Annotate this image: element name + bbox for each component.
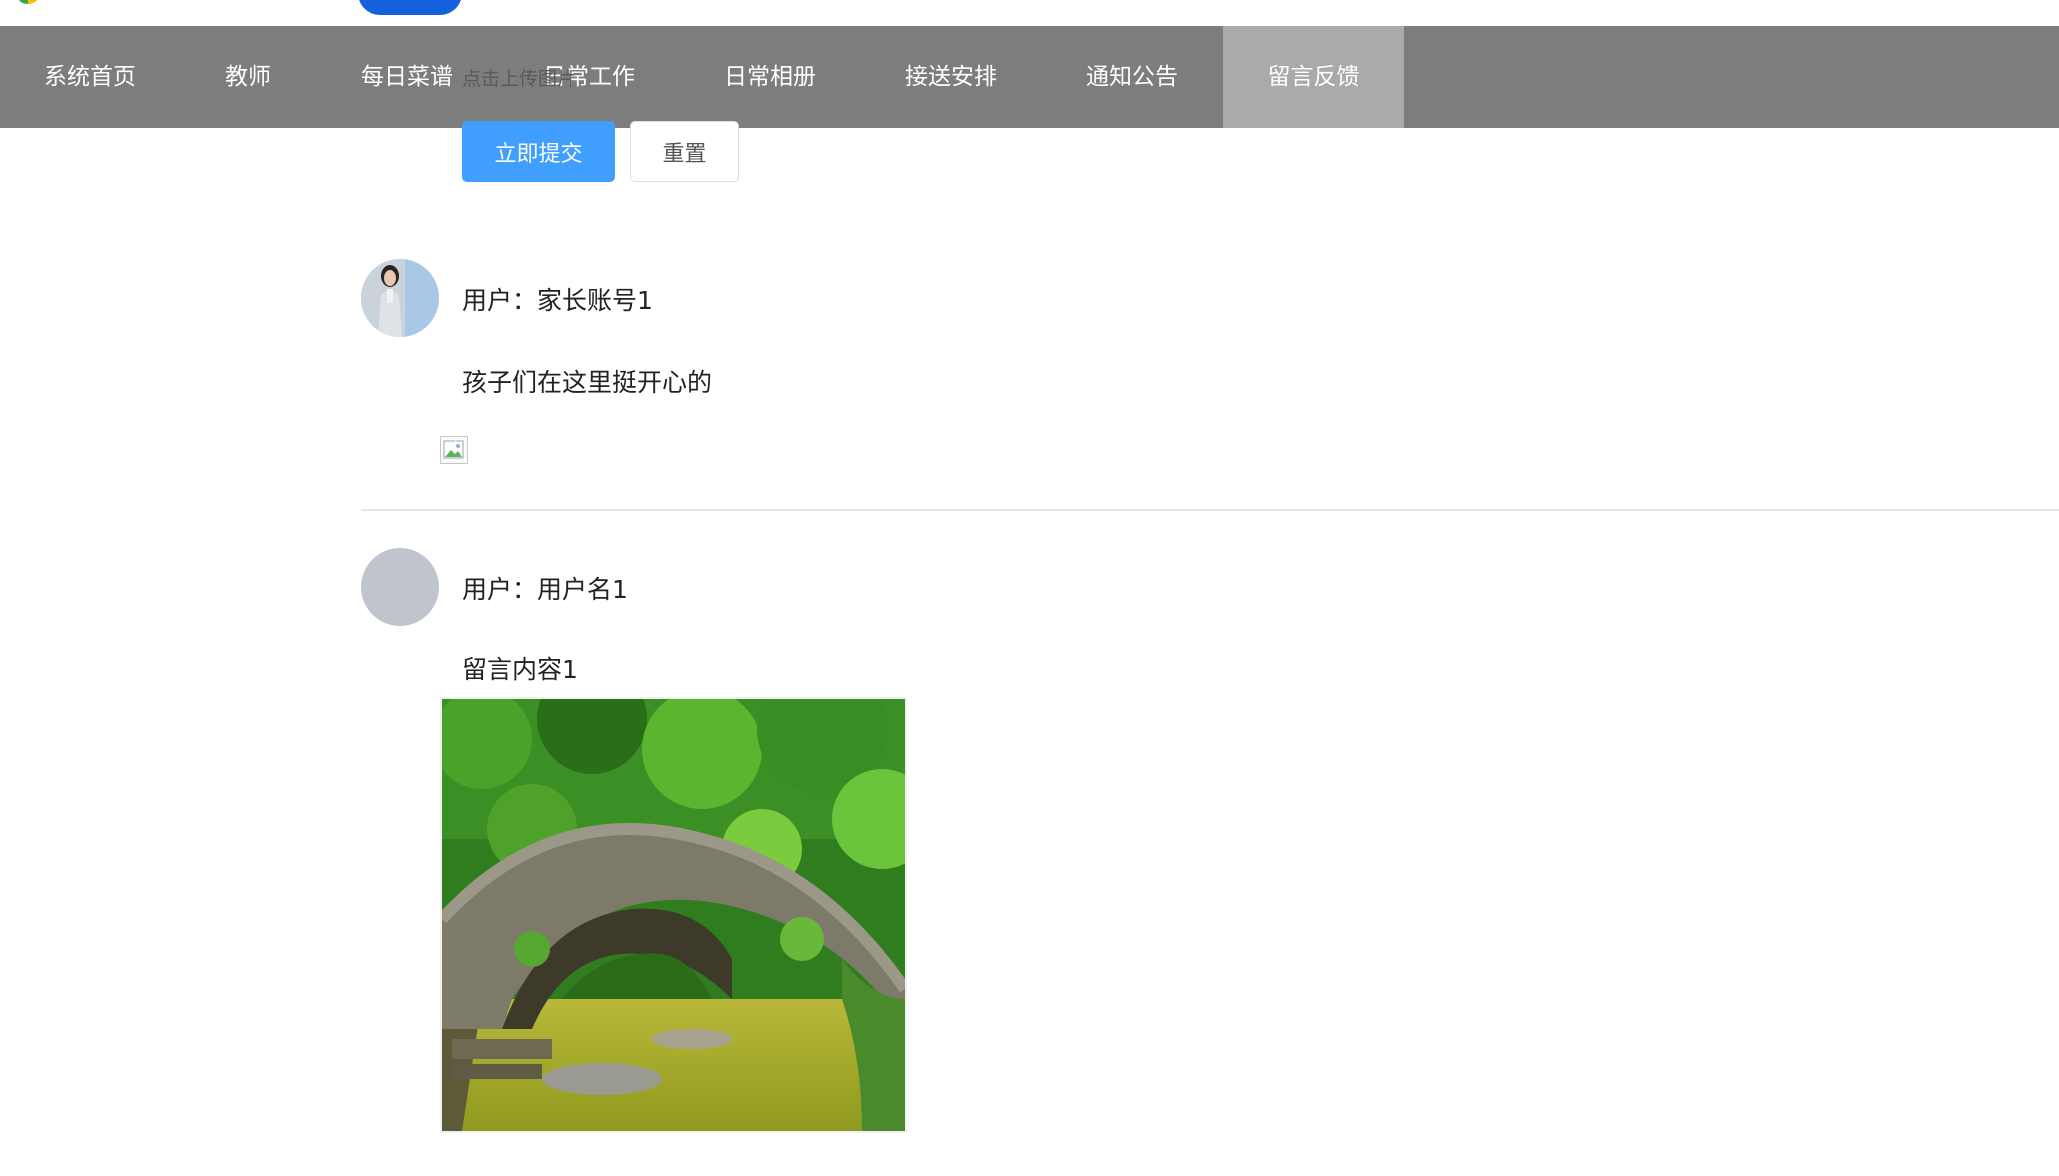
avatar — [361, 548, 439, 626]
nav-item-pickup-schedule[interactable]: 接送安排 — [878, 26, 1024, 128]
main-nav: 系统首页 教师 每日菜谱 日常工作 日常相册 接送安排 通知公告 留言反馈 点击… — [0, 26, 2059, 128]
comment-content: 孩子们在这里挺开心的 — [462, 368, 713, 397]
logo-icon — [18, 0, 38, 4]
avatar — [361, 259, 439, 337]
header-action-button[interactable] — [358, 0, 462, 15]
reset-button[interactable]: 重置 — [630, 121, 739, 182]
comment-divider — [361, 509, 2059, 511]
comment-user: 用户：用户名1 — [462, 575, 628, 604]
broken-image-icon — [440, 436, 468, 464]
comment-photo-bridge — [440, 697, 907, 1133]
nav-item-teachers[interactable]: 教师 — [192, 26, 304, 128]
comment-user: 用户：家长账号1 — [462, 286, 653, 315]
nav-item-feedback[interactable]: 留言反馈 — [1223, 26, 1404, 128]
comment-content: 留言内容1 — [462, 655, 578, 684]
top-header-strip — [0, 0, 2059, 26]
nav-item-notices[interactable]: 通知公告 — [1059, 26, 1205, 128]
submit-button[interactable]: 立即提交 — [462, 121, 615, 182]
nav-item-daily-album[interactable]: 日常相册 — [697, 26, 843, 128]
nav-item-home[interactable]: 系统首页 — [18, 26, 162, 128]
nav-item-daily-menu[interactable]: 每日菜谱 — [334, 26, 480, 128]
upload-image-hint[interactable]: 点击上传图片 — [462, 66, 576, 92]
comment-item: 用户：家长账号1 孩子们在这里挺开心的 — [361, 259, 2059, 469]
comment-item: 用户：用户名1 留言内容1 — [361, 548, 2059, 688]
